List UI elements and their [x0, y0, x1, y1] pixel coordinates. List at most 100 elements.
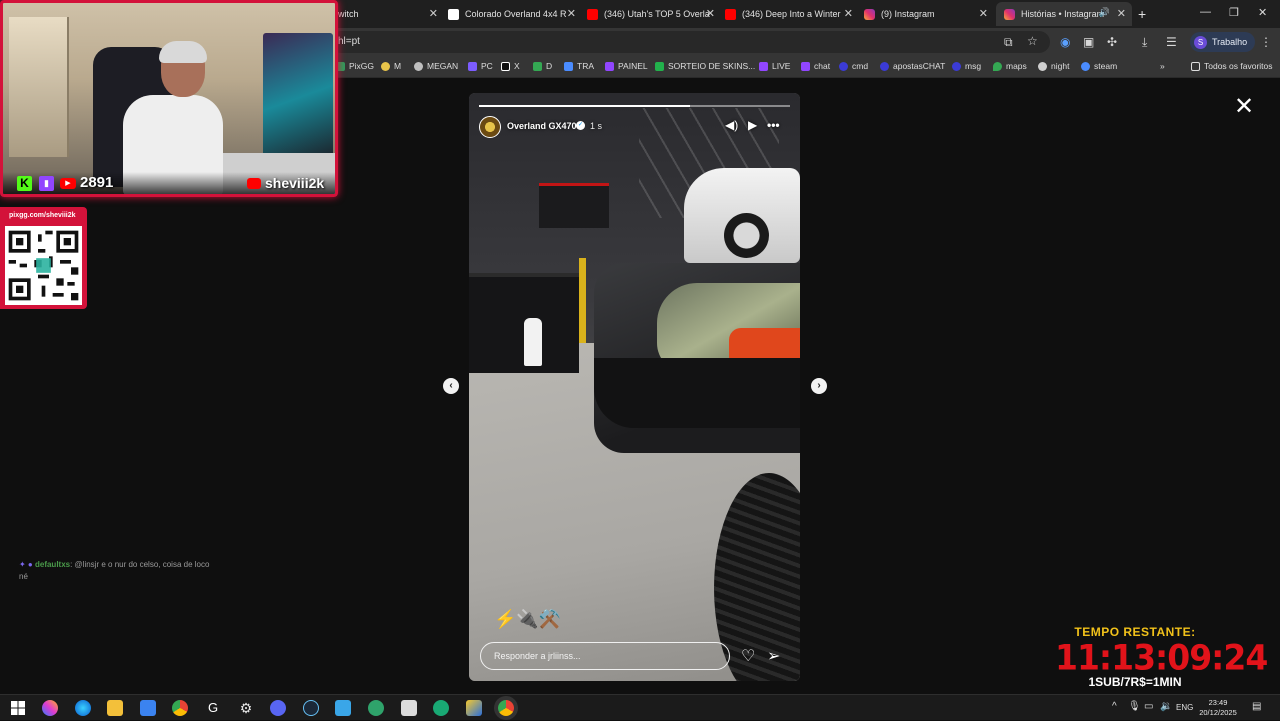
- star-icon[interactable]: ☆: [1027, 34, 1038, 48]
- bookmark-item[interactable]: steam: [1081, 61, 1117, 71]
- tab-utah-top5[interactable]: (346) Utah's TOP 5 Overla ✕: [587, 4, 715, 24]
- bookmark-item[interactable]: cmd: [839, 61, 868, 71]
- menu-dots-icon[interactable]: ⋮: [1260, 35, 1272, 49]
- bookmark-item[interactable]: X: [501, 61, 520, 71]
- profile-button[interactable]: S Trabalho: [1190, 32, 1256, 52]
- tab-instagram[interactable]: (9) Instagram ✕: [864, 4, 988, 24]
- network-icon[interactable]: ▭: [1144, 701, 1153, 712]
- chrome-active-icon[interactable]: [498, 700, 514, 716]
- bookmark-item[interactable]: PixGG: [336, 61, 374, 71]
- next-story-button[interactable]: ›: [811, 378, 827, 394]
- x-logo-icon: [501, 61, 510, 71]
- all-bookmarks-folder[interactable]: Todos os favoritos: [1191, 61, 1273, 71]
- notifications-icon[interactable]: ▤: [1252, 701, 1261, 712]
- reply-placeholder: Responder a jrliinss...: [494, 651, 581, 661]
- close-story-icon[interactable]: ✕: [1234, 92, 1254, 121]
- reply-input[interactable]: Responder a jrliinss...: [480, 642, 730, 670]
- mute-icon[interactable]: ◀): [725, 118, 738, 132]
- story-emoji-sticker: ⚡🔌⚒️: [494, 609, 562, 629]
- new-tab-button[interactable]: +: [1138, 4, 1152, 24]
- tab-deep-winter[interactable]: (346) Deep Into a Winter ✕: [725, 4, 853, 24]
- close-icon[interactable]: ✕: [429, 7, 438, 20]
- file-explorer-icon[interactable]: [107, 700, 123, 716]
- input-language[interactable]: ENG: [1176, 703, 1193, 712]
- edge-icon[interactable]: [75, 700, 91, 716]
- steam-icon[interactable]: [303, 700, 319, 716]
- store-icon[interactable]: [140, 700, 156, 716]
- chat-badge-icon: ✦ ●: [19, 560, 35, 569]
- app-g-icon[interactable]: G: [205, 700, 221, 716]
- bookmark-item[interactable]: MEGAN: [414, 61, 458, 71]
- bumper-image: [594, 358, 800, 428]
- close-window-icon[interactable]: ✕: [1258, 6, 1267, 19]
- copilot-icon[interactable]: [42, 700, 58, 716]
- heart-icon[interactable]: ♡: [741, 646, 755, 666]
- chrome-icon[interactable]: [172, 700, 188, 716]
- send-icon[interactable]: ➢: [767, 646, 780, 666]
- close-icon[interactable]: ✕: [1117, 7, 1126, 20]
- volume-icon[interactable]: 🔉: [1160, 701, 1172, 712]
- tray-overflow-icon[interactable]: ^: [1112, 701, 1117, 712]
- bookmark-item[interactable]: M: [381, 61, 401, 71]
- drive-icon: [533, 61, 542, 71]
- extension-audio-icon[interactable]: ◉: [1060, 35, 1070, 49]
- close-icon[interactable]: ✕: [567, 7, 576, 20]
- close-icon[interactable]: ✕: [706, 7, 715, 20]
- app-bolt-icon[interactable]: [466, 700, 482, 716]
- tab-colorado-overland[interactable]: Colorado Overland 4x4 R ✕: [448, 4, 576, 24]
- bookmark-item[interactable]: chat: [801, 61, 830, 71]
- url-text: hl=pt: [338, 36, 360, 47]
- minimize-icon[interactable]: —: [1200, 6, 1211, 18]
- plus-icon: [655, 61, 664, 71]
- close-icon[interactable]: ✕: [979, 7, 988, 20]
- twitch-icon: ▮: [39, 176, 54, 191]
- app-green-icon[interactable]: [368, 700, 384, 716]
- twitch-icon: [759, 61, 768, 71]
- bookmark-label: PAINEL: [618, 61, 648, 71]
- microphone-icon[interactable]: 🎙: [1128, 701, 1141, 712]
- bookmark-item[interactable]: PAINEL: [605, 61, 648, 71]
- address-bar[interactable]: hl=pt ⧉ ☆: [330, 31, 1050, 53]
- bookmark-favicon-icon: [952, 61, 961, 71]
- bookmark-item[interactable]: D: [533, 61, 552, 71]
- taskbar-clock[interactable]: 23:49 20/12/2025: [1196, 698, 1240, 718]
- bookmark-item[interactable]: night: [1038, 61, 1069, 71]
- more-options-icon[interactable]: •••: [767, 118, 780, 132]
- bookmark-item[interactable]: TRA: [564, 61, 594, 71]
- discord-icon[interactable]: [270, 700, 286, 716]
- bookmark-label: SORTEIO DE SKINS...: [668, 61, 756, 71]
- bookmark-item[interactable]: SORTEIO DE SKINS...: [655, 61, 755, 71]
- download-icon[interactable]: ⤓: [1142, 35, 1147, 50]
- twitch-icon: [605, 61, 614, 71]
- settings-gear-icon[interactable]: ⚙: [238, 700, 254, 716]
- instagram-story[interactable]: Overland GX470 ✓ 1 s ◀) ▶ ••• ⚡🔌⚒️ Respo…: [469, 93, 800, 681]
- bookmark-item[interactable]: PC: [468, 61, 493, 71]
- bookmark-item[interactable]: msg: [952, 61, 981, 71]
- bookmark-item[interactable]: apostasCHAT: [880, 61, 945, 71]
- app-refresh-icon[interactable]: [433, 700, 449, 716]
- story-progress-fill: [479, 105, 691, 107]
- tab-title: (346) Utah's TOP 5 Overla: [604, 9, 710, 19]
- tab-instagram-stories[interactable]: Histórias • Instagram 🔊 ✕: [996, 2, 1132, 26]
- reading-list-icon[interactable]: ☰: [1166, 35, 1177, 49]
- calculator-icon[interactable]: [401, 700, 417, 716]
- app-blue-icon[interactable]: [335, 700, 351, 716]
- story-username[interactable]: Overland GX470: [507, 121, 577, 131]
- play-icon[interactable]: ▶: [748, 118, 757, 132]
- tab-title: witch: [338, 9, 359, 19]
- tab-twitch[interactable]: witch ✕: [338, 4, 438, 24]
- more-bookmarks-chevron-icon[interactable]: »: [1160, 61, 1165, 71]
- close-icon[interactable]: ✕: [844, 7, 853, 20]
- bookmark-item[interactable]: LIVE: [759, 61, 790, 71]
- install-app-icon[interactable]: ⧉: [1004, 35, 1013, 50]
- story-avatar[interactable]: [479, 116, 501, 138]
- speaker-icon[interactable]: 🔊: [1099, 7, 1110, 18]
- windows-start-icon[interactable]: [10, 700, 26, 716]
- viewer-count: 2891: [80, 174, 114, 191]
- restore-icon[interactable]: ❐: [1229, 6, 1239, 19]
- streamer-image: [113, 41, 223, 194]
- bookmark-item[interactable]: maps: [993, 61, 1027, 71]
- extensions-puzzle-icon[interactable]: ✣: [1107, 35, 1117, 49]
- extension-screen-icon[interactable]: ▣: [1083, 35, 1094, 49]
- previous-story-button[interactable]: ‹: [443, 378, 459, 394]
